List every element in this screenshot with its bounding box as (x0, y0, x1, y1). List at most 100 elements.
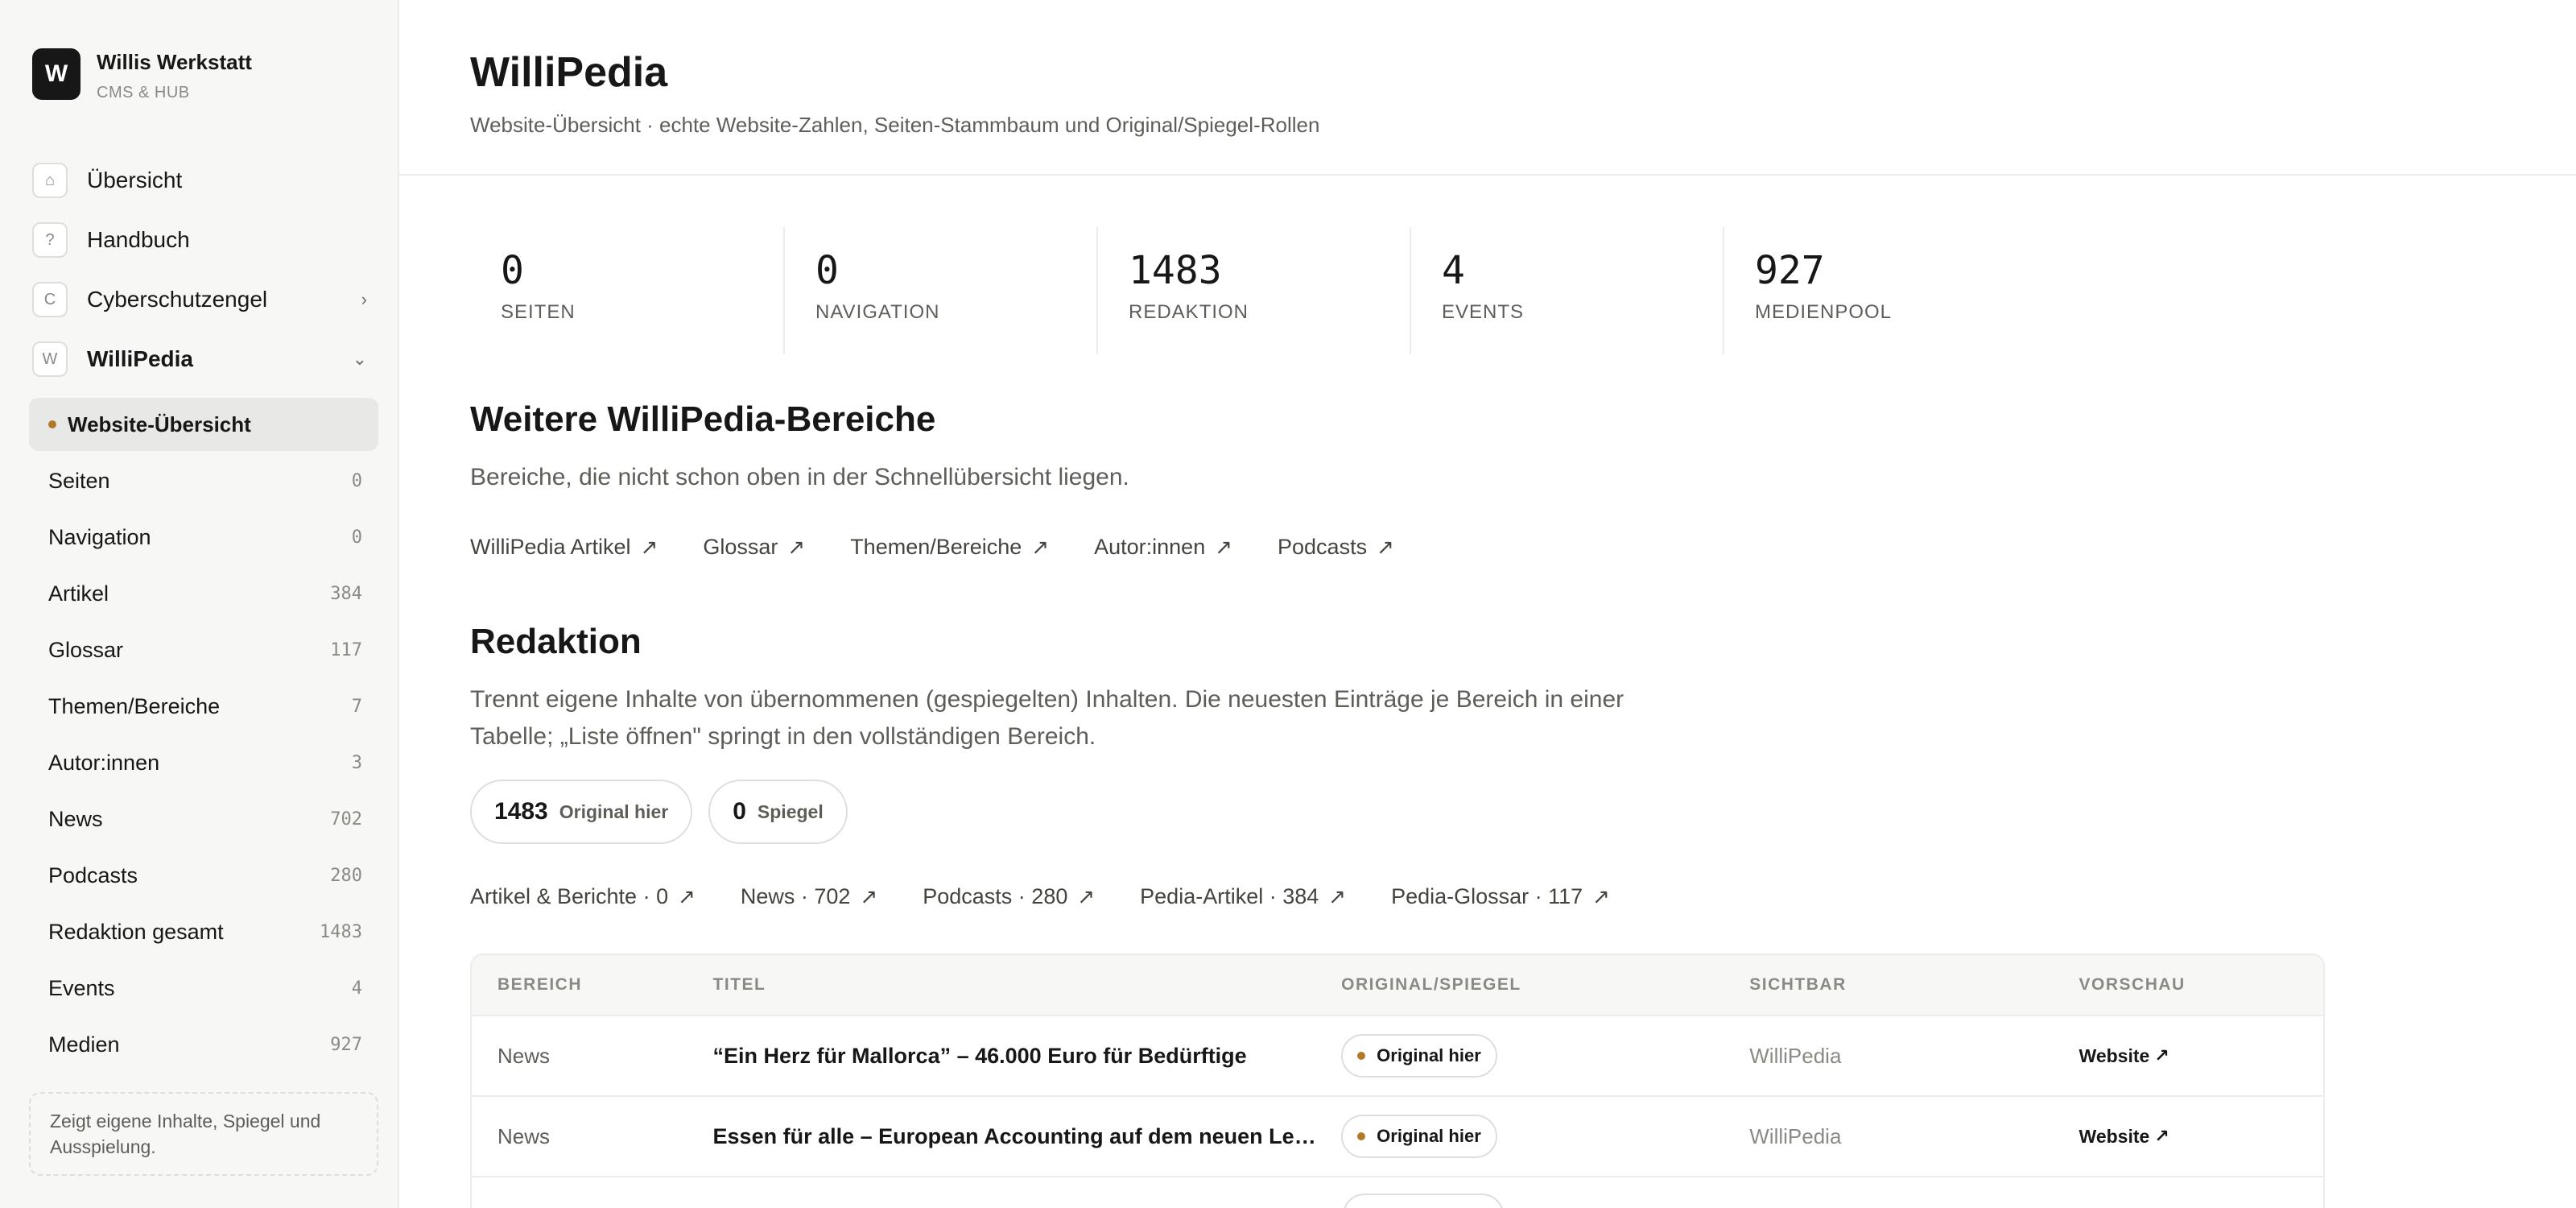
stat-navigation[interactable]: 0 NAVIGATION (783, 227, 1096, 354)
page-subtitle: Website-Übersicht · echte Website-Zahlen… (470, 113, 1320, 137)
brand-subtitle: CMS & HUB (97, 84, 190, 101)
sidebar-sublist: Seiten 0 Navigation 0 Artikel 384 Glossar 11… (29, 453, 378, 1073)
cell-sichtbar: WilliPedia (1749, 1123, 1842, 1148)
arrow-up-right-icon: ↗ (2154, 1045, 2169, 1065)
col-original-spiegel[interactable]: ORIGINAL/SPIEGEL (1341, 975, 1749, 995)
sidebar-item-seiten[interactable]: Seiten 0 (29, 453, 378, 509)
sidebar-item-label: News (48, 806, 103, 831)
sidebar-item-count: 1483 (320, 921, 362, 942)
sidebar-item-medien[interactable]: Medien 927 (29, 1016, 378, 1073)
status-label: Original hier (1377, 1045, 1481, 1065)
link-label: Pedia-Glossar · 117 (1391, 883, 1583, 908)
stat-redaktion[interactable]: 1483 REDAKTION (1096, 227, 1410, 354)
link-podcasts-redaktion[interactable]: Podcasts · 280 ↗ (900, 871, 1117, 921)
sidebar-item-news[interactable]: News 702 (29, 791, 378, 847)
col-titel[interactable]: TITEL (713, 975, 1342, 995)
willipedia-icon: W (32, 341, 68, 377)
sidebar-item-events[interactable]: Events 4 (29, 960, 378, 1016)
sidebar-item-label: Artikel (48, 581, 109, 606)
status-badge: Original hier (1341, 1115, 1497, 1158)
sidebar-item-artikel[interactable]: Artikel 384 (29, 565, 378, 622)
stat-label: EVENTS (1442, 301, 1525, 323)
preview-link[interactable]: Website ↗ (2079, 1045, 2169, 1067)
sidebar-item-podcasts[interactable]: Podcasts 280 (29, 847, 378, 904)
preview-link[interactable]: Website ↗ (2079, 1126, 2169, 1148)
status-dot-icon (1357, 1052, 1366, 1060)
link-podcasts[interactable]: Podcasts ↗ (1255, 522, 1417, 572)
sidebar-item-themen[interactable]: Themen/Bereiche 7 (29, 678, 378, 734)
arrow-up-right-icon: ↗ (787, 534, 806, 559)
sidebar-item-label: Cyberschutzengel (87, 287, 268, 312)
arrow-up-right-icon: ↗ (2154, 1126, 2169, 1146)
table-row[interactable]: News “Ein Herz für Mallorca” – 46.000 Eu… (472, 1016, 2323, 1097)
sidebar-item-count: 3 (351, 752, 362, 773)
sidebar-item-label: Redaktion gesamt (48, 919, 224, 944)
cyberschutzengel-icon: C (32, 282, 68, 317)
sidebar-item-navigation[interactable]: Navigation 0 (29, 509, 378, 565)
stat-events[interactable]: 4 EVENTS (1410, 227, 1723, 354)
sidebar-item-count: 117 (330, 639, 362, 660)
cell-vorschau: Website ↗ (2079, 1045, 2323, 1067)
stat-value: 927 (1755, 248, 1825, 293)
col-bereich[interactable]: BEREICH (472, 975, 713, 995)
pill-value: 1483 (494, 798, 548, 825)
stat-label: SEITEN (501, 301, 576, 323)
cell-titel[interactable]: Essen für alle – European Accounting auf… (713, 1124, 1342, 1149)
link-label: Podcasts (1278, 534, 1368, 559)
link-label: WilliPedia Artikel (470, 534, 631, 559)
redaktion-links: Artikel & Berichte · 0 ↗ News · 702 ↗ Podc… (448, 871, 1633, 921)
link-news[interactable]: News · 702 ↗ (718, 871, 900, 921)
col-vorschau[interactable]: VORSCHAU (2079, 975, 2323, 995)
table-row[interactable] (472, 1177, 2323, 1208)
stat-seiten[interactable]: 0 SEITEN (470, 227, 783, 354)
link-label: Podcasts · 280 (923, 883, 1068, 908)
stat-medienpool[interactable]: 927 MEDIENPOOL (1723, 227, 2036, 354)
stat-value: 1483 (1129, 248, 1222, 293)
brand-text: Willis Werkstatt CMS & HUB (97, 48, 252, 102)
sidebar-item-count: 4 (351, 978, 362, 999)
link-themen-bereiche[interactable]: Themen/Bereiche ↗ (828, 522, 1071, 572)
link-pedia-glossar[interactable]: Pedia-Glossar · 117 ↗ (1368, 871, 1633, 921)
chevron-down-icon: ⌄ (352, 349, 367, 369)
pill-original[interactable]: 1483 Original hier (470, 780, 693, 844)
link-pedia-artikel[interactable]: Pedia-Artikel · 384 ↗ (1117, 871, 1368, 921)
sidebar-item-cyberschutzengel[interactable]: C Cyberschutzengel › (32, 277, 380, 322)
brand-name: Willis Werkstatt (97, 50, 252, 74)
pill-spiegel[interactable]: 0 Spiegel (708, 780, 848, 844)
sidebar-item-glossar[interactable]: Glossar 117 (29, 622, 378, 678)
arrow-up-right-icon: ↗ (1031, 534, 1050, 559)
arrow-up-right-icon: ↗ (1328, 883, 1347, 908)
link-willipedia-artikel[interactable]: WilliPedia Artikel ↗ (448, 522, 680, 572)
pill-label: Original hier (559, 801, 669, 822)
sidebar-item-autorinnen[interactable]: Autor:innen 3 (29, 734, 378, 791)
sidebar-nav: ⌂ Übersicht ? Handbuch C Cyberschutzenge… (32, 158, 380, 396)
brand[interactable]: W Willis Werkstatt CMS & HUB (32, 48, 252, 102)
status-label: Original hier (1377, 1126, 1481, 1146)
app-root: W Willis Werkstatt CMS & HUB ⌂ Übersicht… (0, 0, 2576, 1208)
sidebar-item-label: Übersicht (87, 168, 183, 192)
link-glossar[interactable]: Glossar ↗ (680, 522, 828, 572)
sidebar-item-uebersicht[interactable]: ⌂ Übersicht (32, 158, 380, 203)
link-artikel-berichte[interactable]: Artikel & Berichte · 0 ↗ (448, 871, 718, 921)
cell-titel[interactable]: “Ein Herz für Mallorca” – 46.000 Euro fü… (713, 1044, 1342, 1069)
sidebar-item-label: WilliPedia (87, 346, 194, 371)
stat-value: 4 (1442, 248, 1465, 293)
link-autorinnen[interactable]: Autor:innen ↗ (1071, 522, 1255, 572)
table-header: BEREICH TITEL ORIGINAL/SPIEGEL SICHTBAR … (472, 955, 2323, 1016)
stat-label: NAVIGATION (815, 301, 940, 323)
sidebar-item-count: 280 (330, 865, 362, 886)
arrow-up-right-icon: ↗ (1377, 534, 1394, 559)
sidebar-item-redaktion-gesamt[interactable]: Redaktion gesamt 1483 (29, 904, 378, 960)
sidebar-item-willipedia[interactable]: W WilliPedia ⌄ (32, 337, 380, 382)
sidebar-item-count: 384 (330, 583, 362, 604)
redaktion-pills: 1483 Original hier 0 Spiegel (470, 780, 864, 844)
arrow-up-right-icon: ↗ (640, 534, 658, 559)
col-sichtbar[interactable]: SICHTBAR (1749, 975, 2079, 995)
table-row[interactable]: News Essen für alle – European Accountin… (472, 1097, 2323, 1177)
sidebar-item-label: Navigation (48, 524, 151, 549)
page-header: WilliPedia Website-Übersicht · echte Web… (399, 0, 2576, 176)
sidebar-item-website-uebersicht[interactable]: Website-Übersicht (29, 398, 378, 451)
sidebar-item-count: 7 (351, 696, 362, 717)
desc-line: Tabelle; „Liste öffnen" springt in den v… (470, 723, 1096, 750)
sidebar-item-handbuch[interactable]: ? Handbuch (32, 217, 380, 263)
